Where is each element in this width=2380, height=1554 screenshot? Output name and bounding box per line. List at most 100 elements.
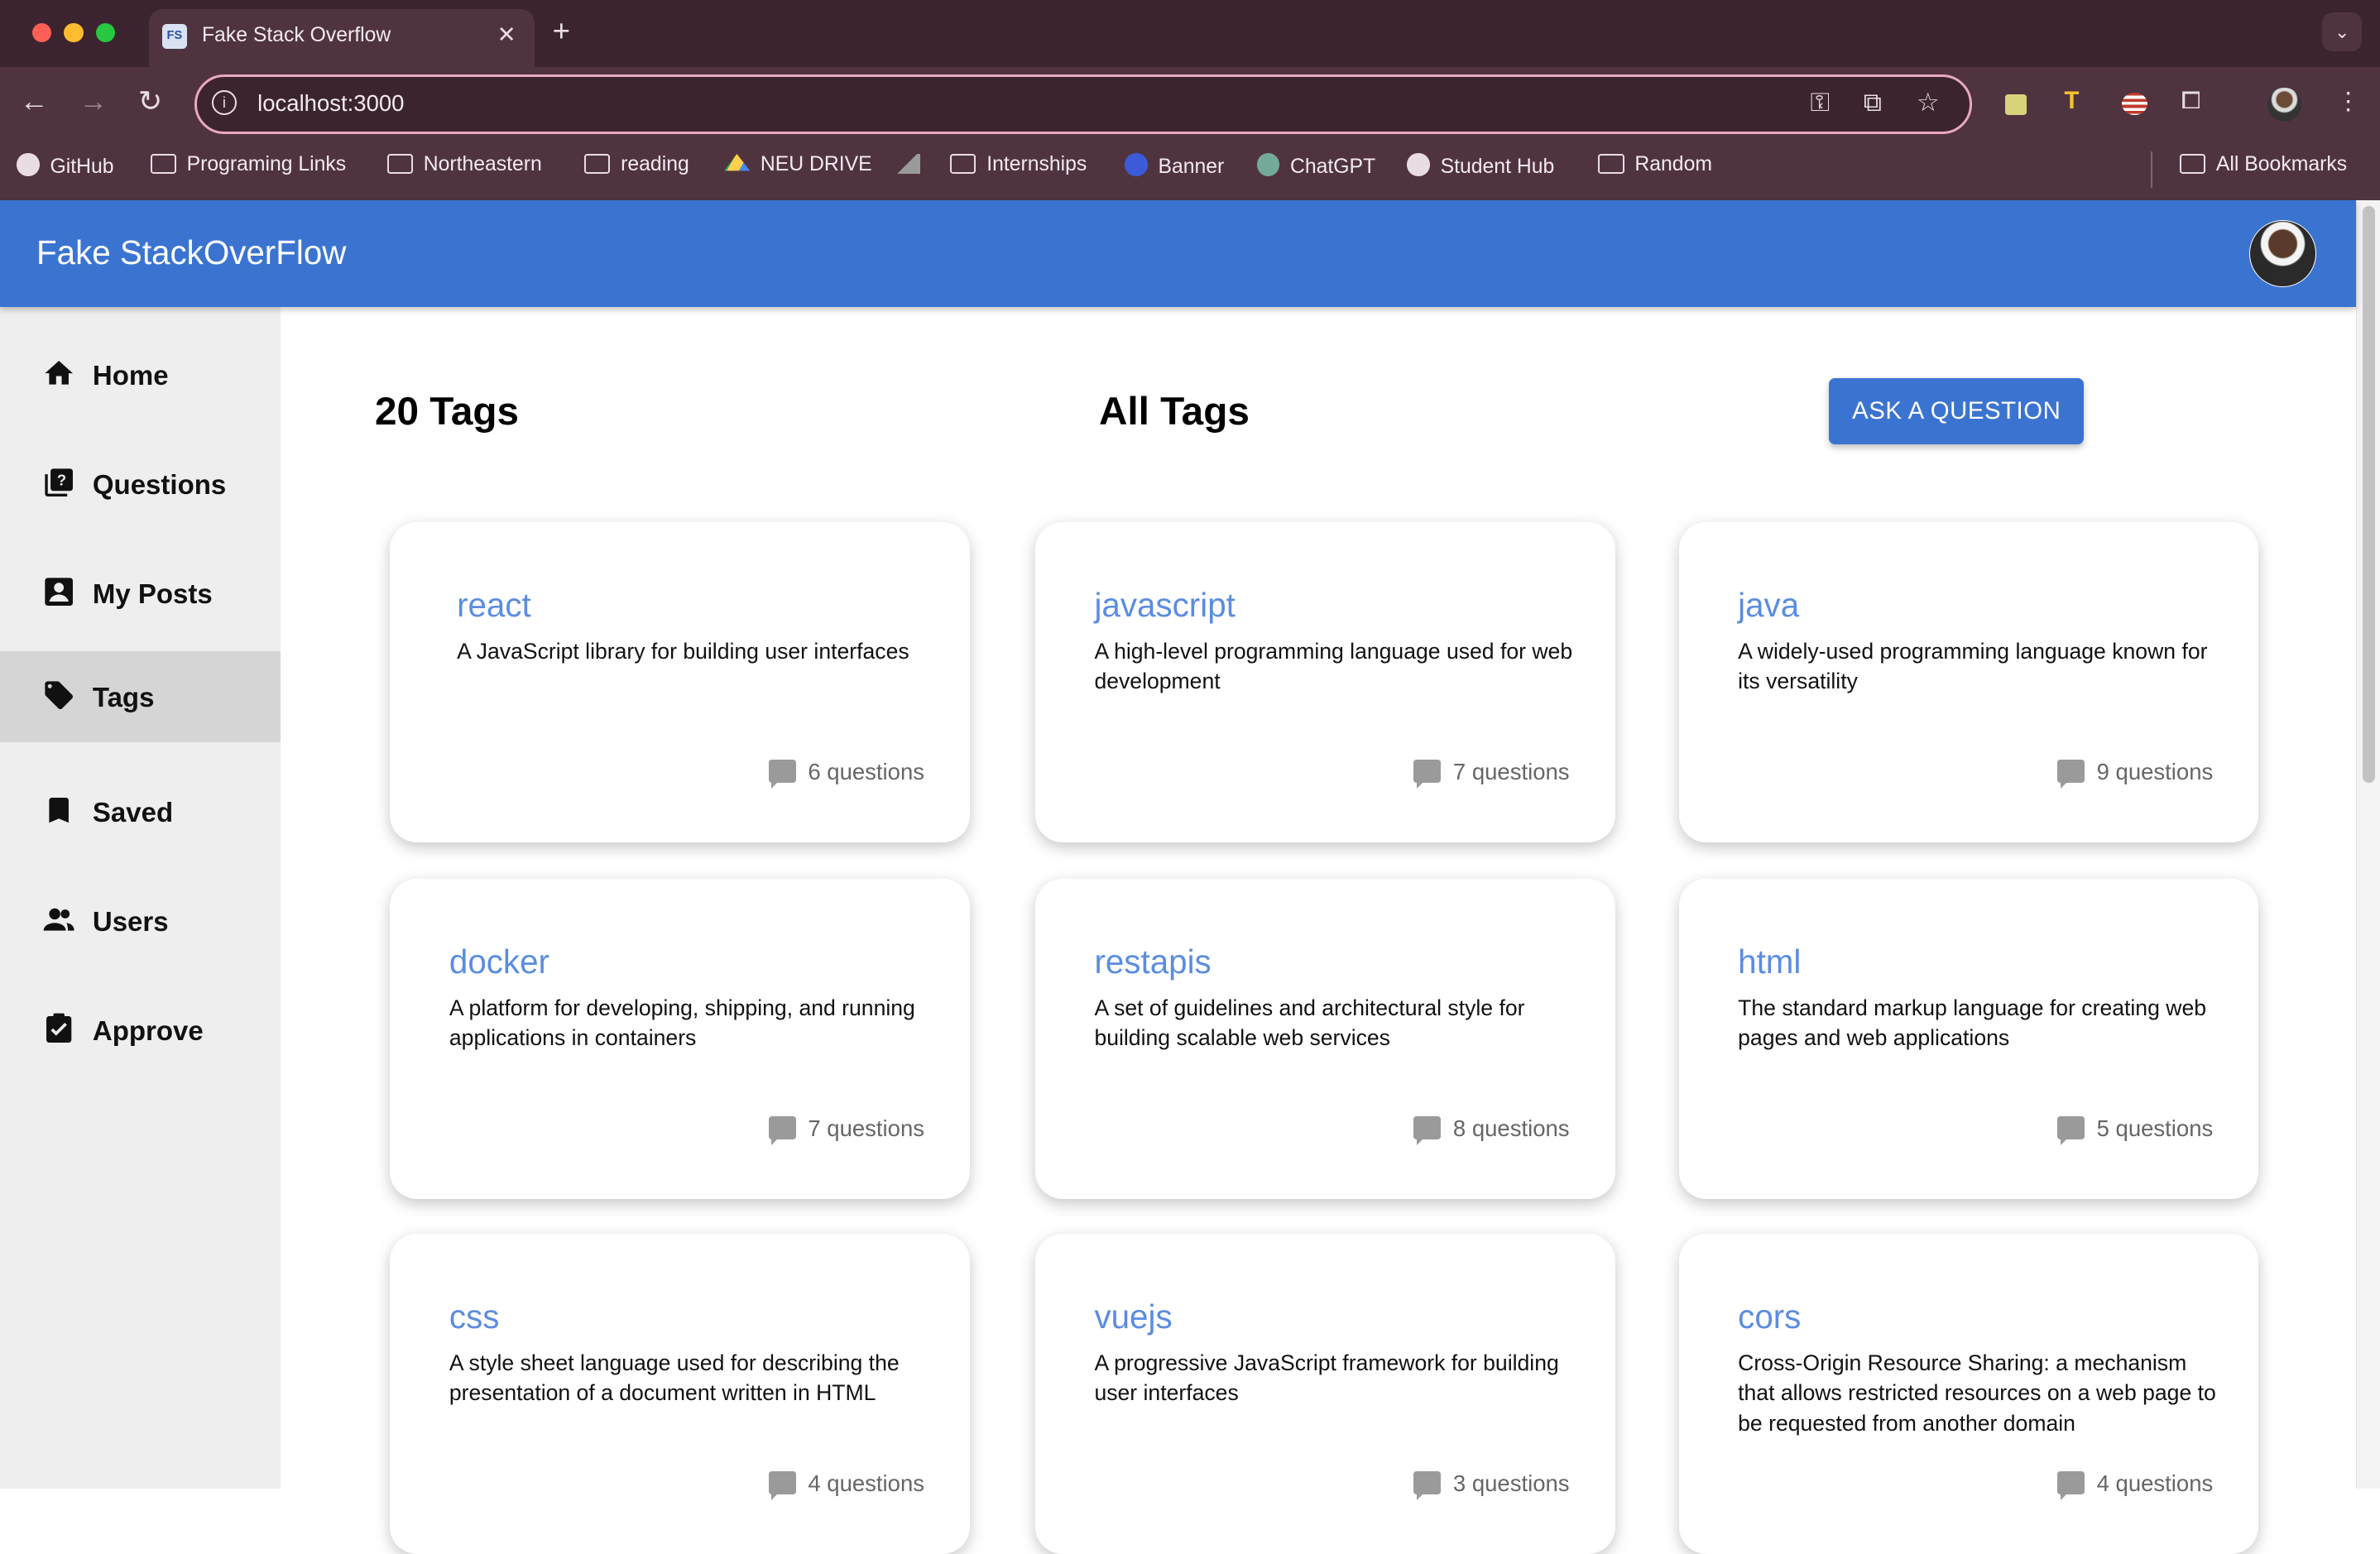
bookmark-neu-drive[interactable]: NEU DRIVE	[723, 153, 872, 176]
sidebar-item-label: My Posts	[92, 578, 213, 609]
site-info-icon[interactable]: i	[212, 90, 237, 116]
tag-card-vuejs[interactable]: vuejs A progressive JavaScript framework…	[1034, 1234, 1615, 1554]
back-arrow-icon[interactable]: ←	[20, 85, 49, 118]
new-tab-icon[interactable]: +	[553, 14, 570, 49]
forum-icon	[768, 760, 796, 789]
tab-search-chevron-icon[interactable]: ⌄	[2322, 12, 2363, 52]
sidebar-item-tags[interactable]: Tags	[0, 650, 281, 742]
tag-description: A style sheet language used for describi…	[449, 1350, 900, 1406]
install-app-icon[interactable]: ⧉	[1864, 88, 1882, 118]
bookmarks-bar: GitHub Programing Links Northeastern rea…	[0, 142, 2380, 201]
profile-avatar-icon[interactable]	[2267, 88, 2301, 122]
forum-icon	[768, 1116, 796, 1146]
tag-card-restapis[interactable]: restapis A set of guidelines and archite…	[1034, 878, 1615, 1199]
tag-question-count: 6 questions	[768, 759, 924, 789]
password-key-icon[interactable]: ⚿	[1811, 88, 1831, 118]
tag-card-cors[interactable]: cors Cross-Origin Resource Sharing: a me…	[1678, 1234, 2259, 1554]
tag-card-java[interactable]: java A widely-used programming language …	[1678, 521, 2259, 842]
folder-icon	[584, 154, 611, 174]
bookmark-star-icon[interactable]: ☆	[1917, 88, 1940, 118]
tag-count-title: 20 Tags	[375, 389, 520, 434]
tag-description: A JavaScript library for building user i…	[457, 638, 909, 664]
forum-icon	[1413, 1471, 1442, 1501]
sidebar-item-label: Home	[92, 359, 169, 391]
tab-favicon-icon: FS	[162, 24, 187, 49]
reload-icon[interactable]: ↻	[138, 85, 162, 118]
page-scrollbar[interactable]	[2355, 200, 2380, 1489]
sidebar-item-saved[interactable]: Saved	[0, 766, 281, 857]
svg-text:?: ?	[57, 472, 66, 489]
bookmark-banner[interactable]: Banner	[1125, 153, 1224, 179]
forward-arrow-icon[interactable]: →	[79, 85, 108, 118]
bookmark-label: reading	[621, 153, 689, 176]
app-title[interactable]: Fake StackOverFlow	[36, 233, 346, 272]
tag-name[interactable]: vuejs	[1094, 1297, 1172, 1336]
forum-icon	[2056, 760, 2085, 789]
bookmark-label: All Bookmarks	[2215, 153, 2348, 176]
tab-close-icon[interactable]: ✕	[497, 22, 516, 48]
tag-card-html[interactable]: html The standard markup language for cr…	[1678, 878, 2259, 1199]
bookmark-programing-links[interactable]: Programing Links	[150, 153, 346, 176]
window-close-button[interactable]	[31, 22, 52, 43]
tag-name[interactable]: java	[1738, 586, 1799, 625]
tag-name[interactable]: css	[449, 1297, 500, 1336]
address-bar[interactable]: i localhost:3000 ⚿ ⧉ ☆	[194, 74, 1973, 134]
bookmark-northeastern[interactable]: Northeastern	[386, 153, 542, 176]
account-box-icon	[45, 578, 74, 607]
tag-question-count: 7 questions	[1413, 759, 1570, 789]
address-url[interactable]: localhost:3000	[257, 90, 404, 117]
tag-description: A progressive JavaScript framework for b…	[1094, 1350, 1559, 1406]
tag-card-react[interactable]: react A JavaScript library for building …	[390, 521, 971, 842]
bookmark-chart[interactable]	[894, 153, 930, 176]
bookmarks-divider	[2151, 151, 2152, 189]
bookmark-github[interactable]: GitHub	[17, 153, 114, 179]
extension-t-icon[interactable]: T	[2065, 87, 2080, 115]
tag-name[interactable]: cors	[1738, 1297, 1801, 1336]
bookmark-chatgpt[interactable]: ChatGPT	[1256, 153, 1376, 179]
bookmark-reading[interactable]: reading	[584, 153, 689, 176]
chart-icon	[894, 154, 920, 174]
bookmark-random[interactable]: Random	[1598, 153, 1712, 176]
page-title: All Tags	[1098, 389, 1250, 434]
browser-tab[interactable]: FS Fake Stack Overflow ✕	[148, 9, 535, 67]
tag-name[interactable]: docker	[449, 942, 549, 981]
window-minimize-button[interactable]	[64, 22, 84, 43]
user-avatar[interactable]	[2249, 219, 2316, 287]
tag-description: A high-level programming language used f…	[1094, 638, 1573, 694]
count-label: 4 questions	[808, 1470, 924, 1497]
sidebar-item-home[interactable]: Home	[0, 329, 281, 420]
scrollbar-thumb[interactable]	[2363, 206, 2375, 784]
tag-question-count: 8 questions	[1413, 1115, 1570, 1146]
browser-menu-icon[interactable]: ⋮	[2336, 87, 2360, 116]
ask-question-button[interactable]: ASK A QUESTION	[1829, 377, 2085, 445]
app-header: Fake StackOverFlow	[0, 200, 2356, 307]
all-bookmarks[interactable]: All Bookmarks	[2179, 153, 2348, 176]
extension-notes-icon[interactable]	[2004, 94, 2027, 116]
sidebar: Home ? Questions My Posts Tags Saved Use…	[0, 306, 281, 1489]
count-label: 7 questions	[1452, 759, 1570, 785]
tag-card-javascript[interactable]: javascript A high-level programming lang…	[1034, 521, 1615, 842]
sidebar-item-label: Users	[92, 905, 169, 937]
tag-question-count: 9 questions	[2056, 759, 2213, 789]
tag-card-docker[interactable]: docker A platform for developing, shippi…	[390, 878, 971, 1199]
tag-card-css[interactable]: css A style sheet language used for desc…	[390, 1234, 971, 1554]
bookmark-label: Northeastern	[423, 153, 542, 176]
window-zoom-button[interactable]	[95, 22, 116, 43]
tag-name[interactable]: javascript	[1094, 586, 1235, 625]
bookmark-internships[interactable]: Internships	[950, 153, 1087, 176]
extensions-puzzle-icon[interactable]: ⧠	[2181, 87, 2200, 115]
sidebar-item-approve[interactable]: Approve	[0, 985, 281, 1076]
count-label: 4 questions	[2096, 1470, 2214, 1497]
tag-name[interactable]: html	[1738, 942, 1801, 981]
count-label: 5 questions	[2096, 1115, 2214, 1142]
globe-icon	[1407, 153, 1430, 176]
tag-name[interactable]: react	[457, 586, 531, 625]
sidebar-item-questions[interactable]: ? Questions	[0, 439, 281, 530]
tag-name[interactable]: restapis	[1094, 942, 1211, 981]
sidebar-item-users[interactable]: Users	[0, 875, 281, 966]
sidebar-item-my-posts[interactable]: My Posts	[0, 548, 281, 639]
tag-question-count: 4 questions	[768, 1470, 924, 1501]
bookmark-student-hub[interactable]: Student Hub	[1407, 153, 1554, 179]
sidebar-item-label: Questions	[92, 468, 227, 500]
bookmark-label: ChatGPT	[1290, 156, 1376, 179]
